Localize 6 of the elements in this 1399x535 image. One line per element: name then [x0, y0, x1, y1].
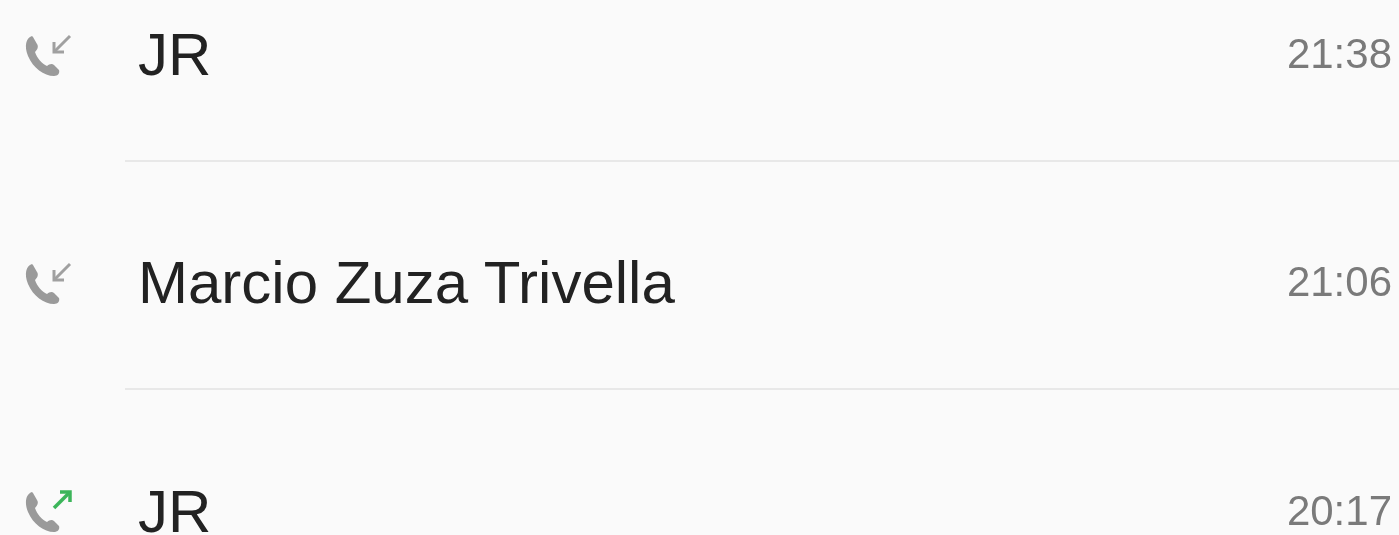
call-time: 21:38 — [1286, 30, 1392, 78]
call-time: 20:17 — [1286, 487, 1392, 535]
contact-name: Marcio Zuza Trivella — [138, 247, 675, 317]
call-time: 21:06 — [1286, 258, 1392, 306]
contact-name: JR — [138, 476, 212, 535]
contact-name: JR — [138, 19, 212, 89]
